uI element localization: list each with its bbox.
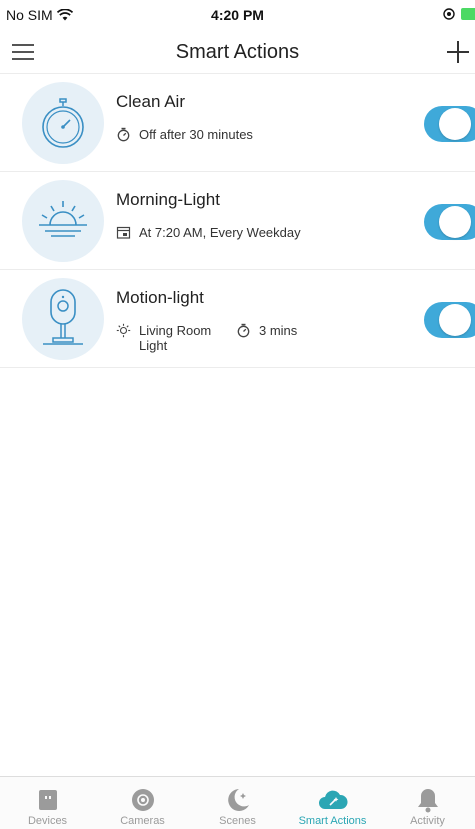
tab-label: Devices: [27, 815, 68, 827]
tab-devices[interactable]: Devices: [0, 777, 95, 829]
battery-icon: [461, 8, 475, 20]
timer-device-icon: [22, 82, 104, 164]
tab-cameras[interactable]: Cameras: [95, 777, 190, 829]
tab-label: Activity: [410, 815, 445, 827]
smart-action-list: Clean Air Off after 30 minutes Morning-L…: [0, 74, 475, 368]
detail-text: At 7:20 AM, Every Weekday: [139, 225, 301, 240]
tab-scenes[interactable]: Scenes: [190, 777, 285, 829]
cameras-icon: [131, 789, 154, 811]
smart-action-row[interactable]: Clean Air Off after 30 minutes: [0, 74, 475, 172]
timer-icon: [237, 323, 250, 338]
status-right: [443, 8, 475, 20]
bulb-icon: [116, 323, 131, 338]
action-toggle[interactable]: [424, 204, 475, 240]
action-detail: Living Room Light 3 mins: [116, 323, 297, 353]
smart-actions-icon: [318, 790, 348, 809]
location-lock-icon: [443, 8, 455, 20]
tab-activity[interactable]: Activity: [380, 777, 475, 829]
smart-action-row[interactable]: Morning-Light At 7:20 AM, Every Weekday: [0, 172, 475, 270]
tab-smart-actions[interactable]: Smart Actions: [285, 777, 380, 829]
action-detail: Off after 30 minutes: [116, 127, 253, 142]
page-title: Smart Actions: [175, 41, 300, 63]
smart-action-row[interactable]: Motion-light Living Room Light 3 mins: [0, 270, 475, 368]
scenes-icon: [227, 789, 249, 811]
toggle-knob: [439, 206, 471, 238]
tab-bar: Devices Cameras Scenes Smart Actions Act…: [0, 776, 475, 829]
add-action-button[interactable]: [441, 36, 475, 68]
detail-text: 3 mins: [259, 323, 298, 338]
toggle-knob: [439, 304, 471, 336]
status-bar: No SIM 4:20 PM: [0, 0, 475, 30]
header: Smart Actions: [0, 30, 475, 74]
action-detail: At 7:20 AM, Every Weekday: [116, 225, 301, 240]
detail-timer: Off after 30 minutes: [116, 127, 253, 142]
camera-icon: [22, 278, 104, 360]
tab-label: Smart Actions: [298, 815, 367, 827]
detail-text: Living Room Light: [139, 323, 212, 353]
timer-icon: [117, 127, 130, 142]
sunrise-icon: [22, 180, 104, 262]
tab-label: Cameras: [120, 815, 165, 827]
action-name: Clean Air: [116, 92, 185, 111]
tab-label: Scenes: [219, 815, 256, 827]
status-time: 4:20 PM: [211, 7, 264, 23]
toggle-knob: [439, 108, 471, 140]
detail-device: Living Room Light: [116, 323, 236, 353]
action-toggle[interactable]: [424, 106, 475, 142]
activity-icon: [417, 789, 438, 813]
devices-icon: [38, 790, 57, 810]
action-toggle[interactable]: [424, 302, 475, 338]
plus-icon: [447, 41, 469, 63]
action-name: Morning-Light: [116, 190, 220, 209]
detail-schedule: At 7:20 AM, Every Weekday: [116, 225, 301, 240]
calendar-icon: [116, 226, 131, 239]
action-name: Motion-light: [116, 288, 204, 307]
detail-text: Off after 30 minutes: [139, 127, 253, 142]
detail-timer: 3 mins: [236, 323, 297, 338]
